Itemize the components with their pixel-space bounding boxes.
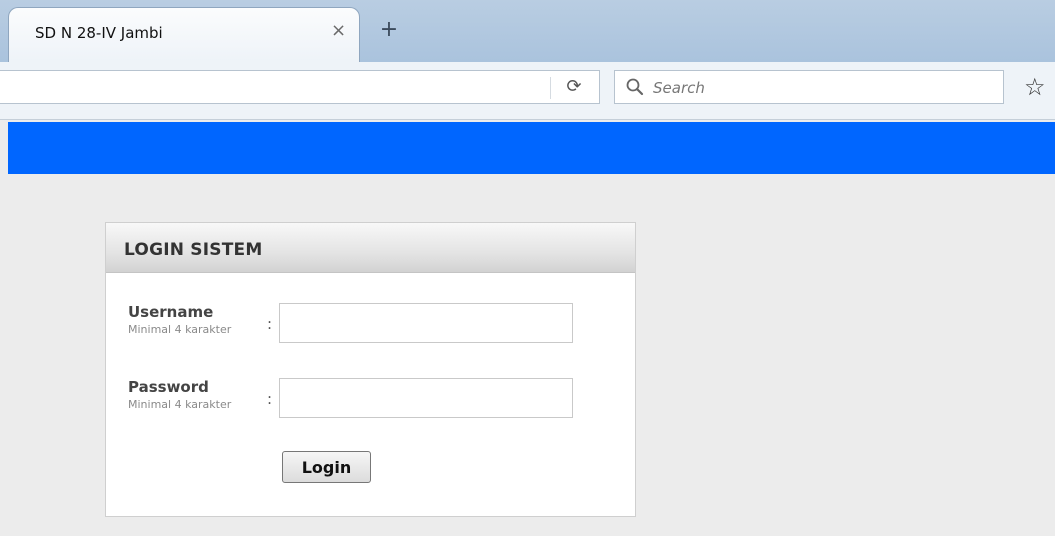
browser-tab[interactable]: SD N 28-IV Jambi × <box>8 7 360 62</box>
password-hint: Minimal 4 karakter <box>128 398 232 411</box>
search-icon <box>626 78 644 96</box>
username-field[interactable] <box>279 303 573 343</box>
login-header: LOGIN SISTEM <box>106 223 635 273</box>
browser-tab-strip: SD N 28-IV Jambi × + <box>0 0 1055 62</box>
password-colon: : <box>267 390 273 408</box>
login-title: LOGIN SISTEM <box>124 240 263 260</box>
password-field[interactable] <box>279 378 573 418</box>
search-input[interactable]: Search <box>614 70 1004 104</box>
address-bar[interactable]: ⟳ <box>0 70 600 104</box>
tab-title: SD N 28-IV Jambi <box>35 24 163 42</box>
browser-toolbar: ⟳ Search ☆ <box>0 62 1055 120</box>
address-divider <box>550 77 551 99</box>
star-icon[interactable]: ☆ <box>1024 73 1046 101</box>
username-hint: Minimal 4 karakter <box>128 323 232 336</box>
reload-icon[interactable]: ⟳ <box>562 75 586 99</box>
search-placeholder: Search <box>653 79 705 97</box>
close-icon[interactable]: × <box>331 20 346 41</box>
login-panel: LOGIN SISTEM Username Minimal 4 karakter… <box>105 222 636 517</box>
username-colon: : <box>267 315 273 333</box>
page-banner <box>8 122 1055 174</box>
username-label: Username <box>128 303 214 321</box>
password-label: Password <box>128 378 209 396</box>
plus-icon[interactable]: + <box>372 14 406 46</box>
login-button[interactable]: Login <box>282 451 371 483</box>
